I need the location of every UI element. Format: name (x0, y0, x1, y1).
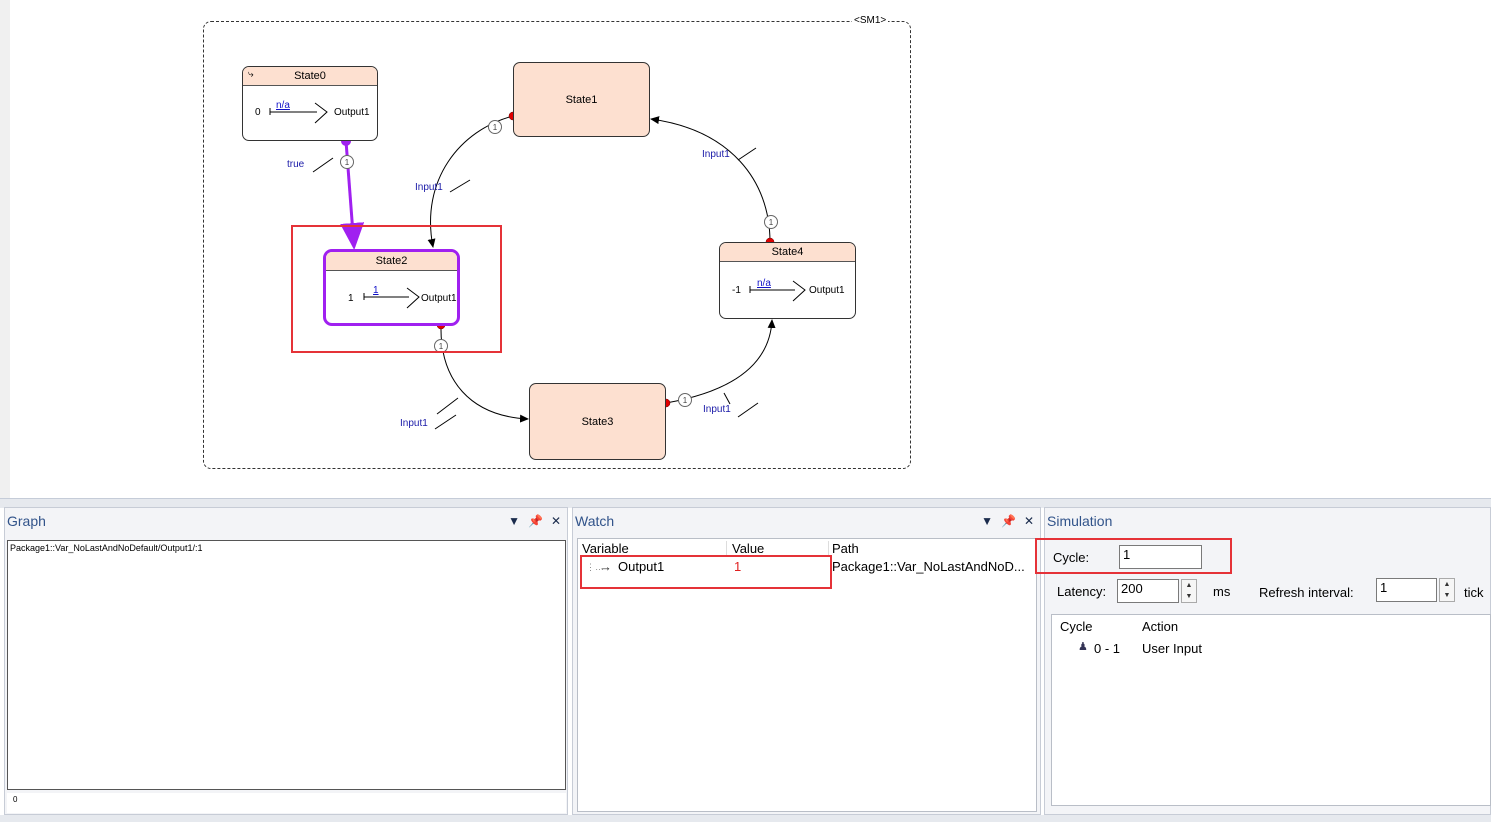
transition-label-s0-s2: true (287, 159, 305, 170)
state4-init: -1 (732, 285, 741, 296)
latency-label: Latency: (1057, 584, 1107, 599)
initial-state-icon: ⤷ (248, 69, 254, 80)
latency-stepper[interactable]: ▲ ▼ (1181, 579, 1197, 603)
simulation-panel-header: Simulation (1045, 508, 1490, 534)
pin-icon[interactable]: 📌 (1001, 508, 1016, 534)
transition-state3-state4[interactable] (665, 319, 776, 404)
latency-field[interactable]: 200 (1117, 579, 1179, 603)
simulation-panel-title: Simulation (1047, 513, 1113, 529)
priority-text: 1 (683, 396, 688, 405)
watch-panel-title: Watch (575, 513, 615, 529)
close-icon[interactable]: ✕ (1024, 508, 1034, 534)
refresh-interval-stepper[interactable]: ▲ ▼ (1439, 578, 1455, 602)
state4-title: State4 (720, 243, 855, 262)
column-header-cycle[interactable]: Cycle (1060, 619, 1093, 634)
state0-init: 0 (255, 107, 261, 118)
dropdown-icon[interactable]: ▼ (981, 508, 993, 534)
state4-output: Output1 (809, 285, 845, 296)
refresh-interval-field[interactable]: 1 (1376, 578, 1437, 602)
state3-title: State3 (581, 415, 614, 428)
priority-text: 1 (345, 158, 350, 167)
arrow-icon (269, 102, 328, 124)
transition-label-s4-s1: Input1 (702, 149, 730, 160)
close-icon[interactable]: ✕ (551, 508, 561, 534)
column-header-variable[interactable]: Variable (582, 541, 629, 556)
watch-panel-header: Watch ▼ 📌 ✕ (573, 508, 1040, 534)
state1-title: State1 (565, 93, 598, 106)
refresh-interval-label: Refresh interval: (1259, 585, 1354, 600)
column-header-value[interactable]: Value (732, 541, 764, 556)
graph-panel: Graph ▼ 📌 ✕ Package1::Var_NoLastAndNoDef… (4, 507, 568, 815)
status-strip (0, 815, 1491, 822)
state1[interactable]: State1 (513, 62, 650, 137)
column-header-action[interactable]: Action (1142, 619, 1178, 634)
highlight-box-cycle (1035, 538, 1232, 574)
watch-path-cell: Package1::Var_NoLastAndNoD... (832, 559, 1025, 574)
graph-plot-area[interactable]: Package1::Var_NoLastAndNoDefault/Output1… (7, 540, 566, 790)
state4[interactable]: State4 -1 n/a Output1 (719, 242, 856, 319)
graph-panel-header: Graph ▼ 📌 ✕ (5, 508, 567, 534)
graph-panel-title: Graph (7, 513, 46, 529)
transition-state4-state1[interactable] (650, 116, 771, 243)
guard-tick (312, 157, 334, 173)
transition-label-s1-s2: Input1 (415, 182, 443, 193)
state3[interactable]: State3 (529, 383, 666, 460)
transition-label-s3-s4: Input1 (703, 404, 731, 415)
graph-footer-value: 0 (13, 795, 18, 804)
refresh-interval-unit: tick (1464, 585, 1484, 600)
state0[interactable]: State0 ⤷ 0 n/a Output1 (242, 66, 378, 141)
graph-signal-label: Package1::Var_NoLastAndNoDefault/Output1… (10, 543, 203, 553)
history-cycle-cell: 0 - 1 (1094, 641, 1121, 656)
priority-text: 1 (769, 218, 774, 227)
history-action-cell: User Input (1142, 641, 1202, 656)
state0-title: State0 (243, 67, 377, 86)
graph-footer: 0 (7, 793, 566, 813)
latency-unit: ms (1213, 584, 1231, 599)
arrow-icon (749, 280, 806, 302)
simulation-history-list[interactable]: Cycle Action ♟ 0 - 1 User Input (1051, 614, 1491, 806)
highlight-box-state2 (291, 225, 502, 353)
column-header-path[interactable]: Path (832, 541, 859, 556)
pin-icon[interactable]: 📌 (528, 508, 543, 534)
dropdown-icon[interactable]: ▼ (508, 508, 520, 534)
highlight-box-watch-row (580, 555, 832, 589)
watch-panel: Watch ▼ 📌 ✕ Variable Value Path ⋮… → Out… (572, 507, 1041, 815)
transition-label-s2-s3: Input1 (400, 418, 428, 429)
priority-text: 1 (493, 123, 498, 132)
state0-output: Output1 (334, 107, 370, 118)
user-input-icon: ♟ (1078, 641, 1088, 653)
